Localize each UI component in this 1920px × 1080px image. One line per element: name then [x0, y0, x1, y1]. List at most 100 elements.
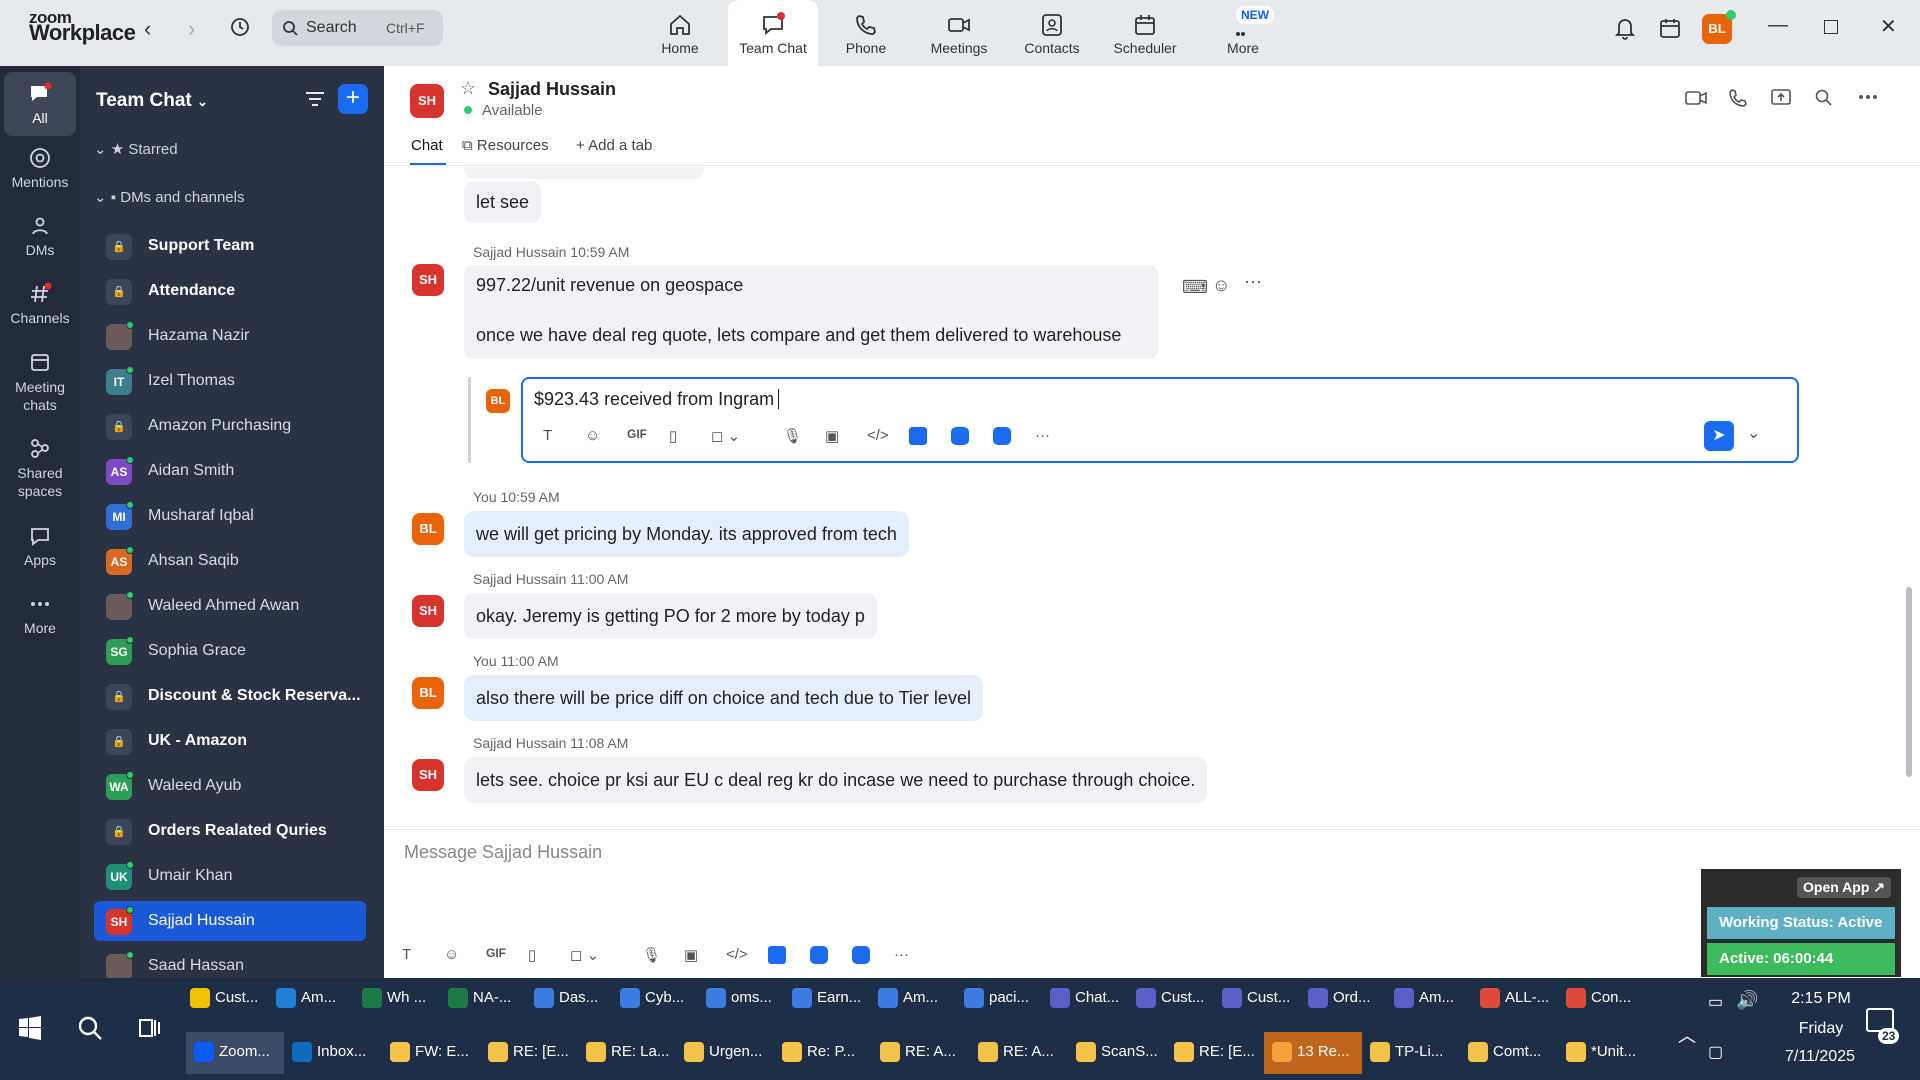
taskbar-app[interactable]: Am... — [276, 988, 362, 1024]
sidebar-item[interactable]: WA Waleed Ayub — [94, 766, 366, 806]
taskbar-app[interactable]: *Unit... — [1558, 1032, 1656, 1074]
task-view-icon[interactable] — [138, 1016, 162, 1040]
toolbar-more-icon[interactable]: ··· — [894, 946, 936, 969]
taskbar-app[interactable]: Cust... — [1222, 988, 1308, 1024]
sidebar-item[interactable]: 🔒 Amazon Purchasing — [94, 406, 366, 446]
reply-composer[interactable]: $923.43 received from Ingram T ☺ GIF ▯ ◻… — [521, 377, 1799, 463]
taskbar-app[interactable]: Cyb... — [620, 988, 706, 1024]
sidebar-item[interactable]: 🔒 Discount & Stock Reserva... — [94, 676, 366, 716]
sidebar-title[interactable]: Team Chat ⌄ — [96, 90, 208, 112]
tab-chat[interactable]: Chat — [411, 137, 443, 154]
minimize-icon[interactable]: — — [1768, 14, 1788, 37]
rail-mentions[interactable]: Mentions — [4, 146, 76, 190]
reply-input[interactable]: $923.43 received from Ingram — [534, 389, 785, 410]
app-integration-icon[interactable] — [993, 427, 1035, 450]
taskbar-app[interactable]: NA-... — [448, 988, 534, 1024]
sidebar-item[interactable]: AS Aidan Smith — [94, 451, 366, 491]
video-message-icon[interactable]: ▣ — [825, 427, 867, 450]
taskbar-app[interactable]: Ord... — [1308, 988, 1394, 1024]
taskbar-app[interactable]: Am... — [1394, 988, 1480, 1024]
sidebar-item[interactable]: 🔒 UK - Amazon — [94, 721, 366, 761]
sidebar-item[interactable]: 🔒 Support Team — [94, 226, 366, 266]
format-text-icon[interactable]: T — [543, 427, 585, 450]
taskbar-app[interactable]: RE: A... — [970, 1032, 1068, 1074]
volume-icon[interactable]: 🔊 — [1736, 990, 1758, 1011]
taskbar-app[interactable]: RE: A... — [872, 1032, 970, 1074]
toolbar-more-icon[interactable]: ··· — [1035, 427, 1077, 450]
message-bubble[interactable]: lets see. choice pr ksi aur EU c deal re… — [464, 757, 1208, 803]
sender-avatar[interactable]: BL — [412, 513, 444, 545]
history-icon[interactable] — [229, 16, 251, 38]
nav-scheduler[interactable]: Scheduler — [1100, 0, 1190, 66]
message-bubble[interactable]: we will get pricing by Monday. its appro… — [464, 511, 909, 557]
restore-icon[interactable] — [1824, 20, 1838, 34]
sidebar-item[interactable]: UK Umair Khan — [94, 856, 366, 896]
nav-home[interactable]: Home — [635, 0, 725, 66]
taskbar-app[interactable]: Cust... — [1136, 988, 1222, 1024]
sidebar-item[interactable]: SG Sophia Grace — [94, 631, 366, 671]
share-screen-icon[interactable] — [1770, 88, 1792, 108]
code-icon[interactable]: </> — [867, 427, 909, 450]
video-message-icon[interactable]: ▣ — [684, 946, 726, 969]
rail-shared-spaces[interactable]: Shared spaces — [4, 436, 76, 500]
open-app-button[interactable]: Open App ↗ — [1797, 877, 1891, 898]
sender-avatar[interactable]: SH — [412, 264, 444, 296]
back-arrow-icon[interactable]: ‹ — [144, 16, 151, 42]
format-text-icon[interactable]: T — [402, 946, 444, 969]
rail-more[interactable]: More — [4, 592, 76, 636]
video-call-icon[interactable] — [1684, 88, 1708, 108]
app-integration-icon[interactable] — [852, 946, 894, 969]
new-chat-plus-icon[interactable]: + — [338, 84, 368, 114]
tray-expand-icon[interactable]: ︿ — [1678, 1022, 1696, 1048]
search-input[interactable]: Search Ctrl+F — [272, 10, 443, 46]
taskbar-search-icon[interactable] — [76, 1014, 104, 1042]
emoji-icon[interactable]: ☺ — [444, 946, 486, 969]
taskbar-app[interactable]: Cust... — [190, 988, 276, 1024]
reply-thread-icon[interactable]: ⌨ — [1182, 277, 1208, 298]
filter-icon[interactable] — [304, 90, 326, 108]
network-icon[interactable]: ▢ — [1708, 1042, 1723, 1062]
sender-avatar[interactable]: SH — [412, 595, 444, 627]
file-icon[interactable]: ▯ — [528, 946, 570, 969]
chat-more-icon[interactable] — [1858, 94, 1878, 100]
taskbar-app[interactable]: 13 Re... — [1264, 1032, 1362, 1074]
message-bubble[interactable]: also there will be price diff on choice … — [464, 675, 983, 721]
sidebar-item[interactable]: Waleed Ahmed Awan — [94, 586, 366, 626]
forward-arrow-icon[interactable]: › — [188, 16, 195, 42]
add-tab-button[interactable]: + Add a tab — [576, 137, 652, 154]
taskbar-app[interactable]: Inbox... — [284, 1032, 382, 1074]
sidebar-item[interactable]: MI Musharaf Iqbal — [94, 496, 366, 536]
file-icon[interactable]: ▯ — [669, 427, 711, 450]
nav-meetings[interactable]: Meetings — [914, 0, 1004, 66]
taskbar-app[interactable]: paci... — [964, 988, 1050, 1024]
taskbar-app[interactable]: Con... — [1566, 988, 1652, 1024]
taskbar-app[interactable]: Am... — [878, 988, 964, 1024]
sidebar-item[interactable]: SH Sajjad Hussain — [94, 901, 366, 941]
tab-resources[interactable]: ⧉ Resources — [462, 137, 549, 154]
taskbar-app[interactable]: Das... — [534, 988, 620, 1024]
taskbar-app[interactable]: Wh ... — [362, 988, 448, 1024]
rail-dms[interactable]: DMs — [4, 214, 76, 258]
taskbar-app[interactable]: Comt... — [1460, 1032, 1558, 1074]
nav-contacts[interactable]: Contacts — [1007, 0, 1097, 66]
star-icon[interactable]: ☆ — [460, 78, 476, 99]
sidebar-item[interactable]: 🔒 Orders Realated Quries — [94, 811, 366, 851]
message-more-icon[interactable]: ··· — [1244, 271, 1262, 292]
emoji-icon[interactable]: ☺ — [585, 427, 627, 450]
gif-icon[interactable]: GIF — [486, 946, 528, 969]
taskbar-app[interactable]: Earn... — [792, 988, 878, 1024]
contact-avatar[interactable]: SH — [410, 84, 444, 118]
taskbar-app[interactable]: ALL-... — [1480, 988, 1566, 1024]
taskbar-app[interactable]: Chat... — [1050, 988, 1136, 1024]
taskbar-app[interactable]: Zoom... — [186, 1032, 284, 1074]
app-integration-icon[interactable] — [768, 946, 810, 969]
microphone-icon[interactable]: 🎙 — [783, 427, 825, 450]
clock-time[interactable]: 2:15 PM — [1776, 990, 1866, 1008]
taskbar-app[interactable]: ScanS... — [1068, 1032, 1166, 1074]
add-reaction-icon[interactable]: ☺ — [1212, 275, 1230, 296]
battery-icon[interactable]: ▭ — [1708, 992, 1723, 1012]
taskbar-app[interactable]: Urgen... — [676, 1032, 774, 1074]
message-bubble[interactable]: okay. Jeremy is getting PO for 2 more by… — [464, 593, 877, 639]
message-bubble[interactable]: 997.22/unit revenue on geospace once we … — [464, 265, 1158, 359]
sidebar-item[interactable]: AS Ahsan Saqib — [94, 541, 366, 581]
